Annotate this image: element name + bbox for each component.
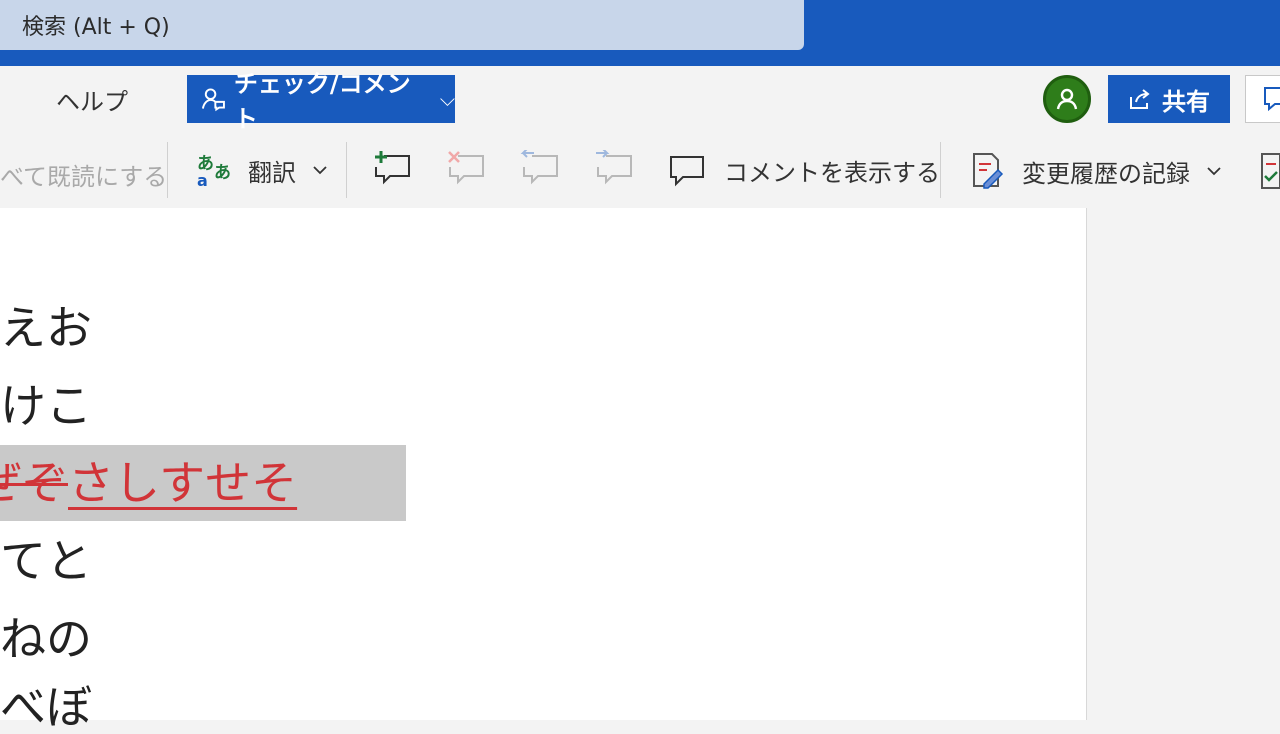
document-line: べぼ bbox=[0, 680, 92, 734]
tab-help[interactable]: ヘルプ bbox=[56, 82, 128, 117]
user-icon bbox=[1056, 88, 1078, 110]
tab-review-label: チェック/コメント bbox=[233, 70, 411, 133]
track-changes-label: 変更履歴の記録 bbox=[1022, 159, 1190, 188]
search-box[interactable]: 検索 (Alt + Q) bbox=[0, 0, 804, 50]
track-changes-icon bbox=[973, 153, 1004, 189]
comments-pane-button[interactable] bbox=[1245, 75, 1280, 123]
share-button[interactable]: 共有 bbox=[1108, 75, 1230, 123]
share-icon bbox=[1130, 89, 1150, 109]
comment-icon bbox=[1264, 87, 1280, 112]
chevron-down-icon bbox=[1207, 167, 1221, 176]
document-line: えお bbox=[0, 301, 92, 355]
reviewer-icon bbox=[201, 88, 225, 112]
accept-changes-icon[interactable] bbox=[1258, 152, 1280, 190]
avatar[interactable] bbox=[1043, 75, 1091, 123]
delete-comment-icon[interactable] bbox=[446, 150, 486, 188]
svg-text:あ: あ bbox=[214, 163, 231, 183]
svg-text:a: a bbox=[197, 171, 208, 188]
document-line: けこ bbox=[0, 379, 92, 433]
translate-icon: あa あ bbox=[197, 154, 231, 188]
comment-icon bbox=[670, 156, 704, 187]
track-changes-button[interactable]: 変更履歴の記録 bbox=[970, 152, 1222, 190]
chevron-down-icon bbox=[313, 166, 327, 175]
revision-line: ぜぞさしすせそ bbox=[0, 460, 297, 506]
show-comments-label: コメントを表示する bbox=[724, 158, 940, 187]
search-placeholder: 検索 (Alt + Q) bbox=[22, 15, 170, 40]
document-line: ねの bbox=[0, 612, 92, 666]
toolbar-divider bbox=[167, 142, 168, 198]
inserted-text: さしすせそ bbox=[68, 456, 298, 510]
side-pane bbox=[1087, 208, 1280, 720]
toolbar-divider bbox=[346, 142, 347, 198]
chevron-down-icon: ⌵ bbox=[439, 87, 455, 111]
document-line: てと bbox=[0, 534, 92, 588]
tab-review[interactable]: チェック/コメント ⌵ bbox=[187, 70, 455, 133]
new-comment-icon[interactable] bbox=[372, 150, 412, 188]
deleted-text: ぜぞ bbox=[0, 456, 68, 510]
translate-label: 翻訳 bbox=[248, 158, 296, 187]
previous-comment-icon[interactable] bbox=[520, 150, 560, 188]
translate-button[interactable]: あaあ 翻訳 bbox=[196, 152, 328, 188]
mark-all-read-label: べて既読にする bbox=[0, 163, 168, 191]
show-comments-button[interactable]: コメントを表示する bbox=[668, 152, 940, 188]
mark-all-read-button[interactable]: べて既読にする bbox=[0, 157, 167, 192]
toolbar-divider bbox=[940, 142, 941, 198]
next-comment-icon[interactable] bbox=[594, 150, 634, 188]
share-label: 共有 bbox=[1162, 87, 1210, 116]
